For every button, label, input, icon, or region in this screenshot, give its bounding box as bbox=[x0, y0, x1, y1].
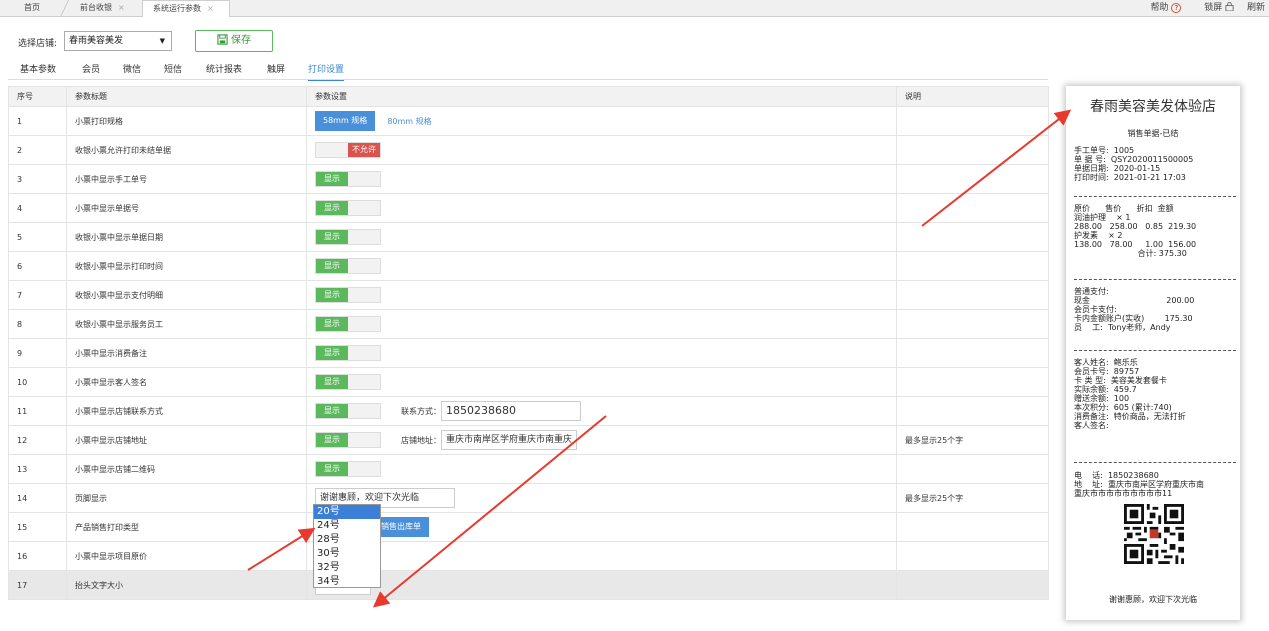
annotation-arrows bbox=[247, 109, 1072, 608]
annotation-arrow bbox=[921, 109, 1072, 227]
annotation-arrow bbox=[247, 527, 316, 571]
annotation-arrow bbox=[372, 415, 607, 608]
